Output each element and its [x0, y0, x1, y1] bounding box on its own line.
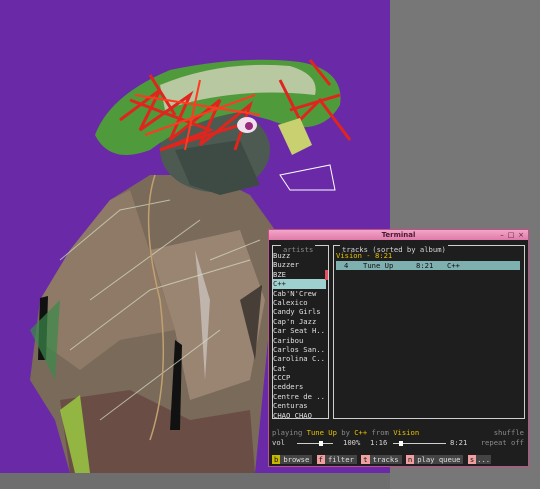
now-playing-track: Tune Up	[306, 428, 337, 437]
now-playing-artist: C++	[354, 428, 368, 437]
desktop-bottom-strip	[0, 473, 390, 489]
track-number: 4	[344, 260, 349, 270]
artist-item[interactable]: Caribou	[273, 336, 326, 345]
volume-value: 100%	[343, 438, 361, 447]
artist-item[interactable]: CHAO CHAO	[273, 411, 326, 420]
key-label[interactable]: browse	[280, 455, 313, 464]
key-label[interactable]: tracks	[369, 455, 402, 464]
artist-item[interactable]: cedders	[273, 382, 326, 391]
artist-scrollbar[interactable]	[325, 270, 328, 280]
key-label[interactable]: play queue	[414, 455, 464, 464]
track-time: 8:21	[416, 260, 434, 270]
artist-item[interactable]: Candy Girls	[273, 307, 326, 316]
tracks-panel[interactable]: tracks (sorted by album)	[333, 245, 525, 419]
artist-item[interactable]: Cap'n Jazz	[273, 317, 326, 326]
playing-prefix: playing	[272, 428, 303, 437]
minimize-button[interactable]: –	[498, 231, 506, 239]
from-label: from	[371, 428, 389, 437]
window-titlebar[interactable]: Terminal – □ ×	[269, 230, 528, 240]
key-hint[interactable]: f	[316, 455, 325, 464]
artist-item[interactable]: Centuras	[273, 401, 326, 410]
track-title: Tune Up	[363, 260, 394, 270]
shuffle-status: shuffle	[493, 428, 524, 437]
now-playing-album: Vision	[393, 428, 420, 437]
seek-bar-handle[interactable]	[398, 441, 403, 446]
key-label[interactable]: filter	[324, 455, 357, 464]
artist-item[interactable]: Carlos San..	[273, 345, 326, 354]
key-label[interactable]: ...	[476, 455, 492, 464]
artist-item[interactable]: Centre de ..	[273, 392, 326, 401]
track-artist: C++	[447, 260, 460, 270]
artist-item[interactable]: Buzz	[273, 251, 326, 260]
artist-item[interactable]: Calexico	[273, 298, 326, 307]
artist-item[interactable]: CCCP	[273, 373, 326, 382]
terminal-window[interactable]: Terminal – □ × artists Buzz Buzzer BZE C…	[268, 229, 529, 467]
key-hint[interactable]: s	[467, 455, 477, 464]
repeat-status: repeat off	[480, 438, 524, 447]
close-button[interactable]: ×	[517, 231, 525, 239]
artist-item[interactable]: BZE	[273, 270, 326, 279]
volume-label: vol	[272, 438, 285, 447]
volume-slider[interactable]	[297, 443, 333, 444]
keybinding-bar: b browse f filter t tracks n play queue s...	[272, 455, 525, 464]
terminal-content[interactable]: artists Buzz Buzzer BZE C++ Cab'N'Crew C…	[270, 240, 527, 466]
artist-item[interactable]: Carolina C..	[273, 354, 326, 363]
maximize-button[interactable]: □	[507, 231, 515, 239]
artist-item[interactable]: Cat	[273, 364, 326, 373]
key-hint[interactable]: n	[405, 455, 415, 464]
by-label: by	[341, 428, 350, 437]
total-time: 8:21	[450, 438, 468, 447]
now-playing-line: playing Tune Up by C++ from Vision	[272, 428, 419, 437]
artist-item-selected[interactable]: C++	[273, 279, 326, 289]
album-header: Vision - 8:21	[336, 251, 393, 260]
artist-item[interactable]: Cab'N'Crew	[273, 289, 326, 298]
key-hint[interactable]: t	[361, 455, 370, 464]
volume-slider-handle[interactable]	[319, 441, 323, 446]
key-hint[interactable]: b	[272, 455, 281, 464]
artist-list[interactable]: Buzz Buzzer BZE C++ Cab'N'Crew Calexico …	[273, 251, 326, 420]
elapsed-time: 1:16	[370, 438, 388, 447]
window-title: Terminal	[381, 231, 416, 239]
artist-item[interactable]: Buzzer	[273, 260, 326, 269]
artist-item[interactable]: Car Seat H..	[273, 326, 326, 335]
track-row[interactable]: 4 Tune Up 8:21 C++	[336, 260, 520, 270]
